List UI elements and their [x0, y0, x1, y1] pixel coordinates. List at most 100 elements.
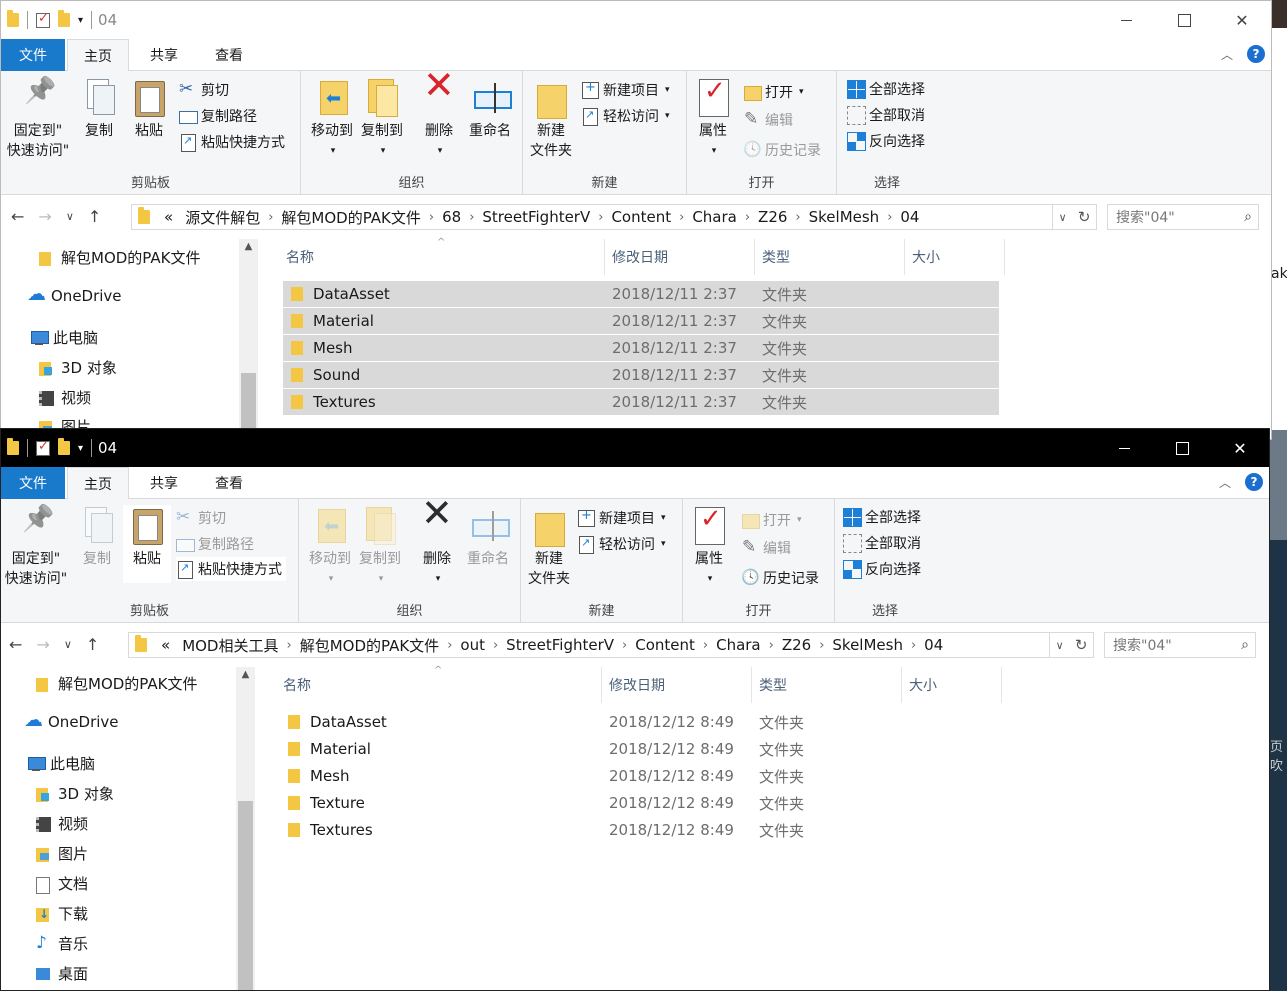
help-icon[interactable]: ? [1247, 45, 1265, 63]
search-input[interactable]: 搜索"04" ⌕ [1107, 204, 1259, 230]
chevron-right-icon[interactable]: › [677, 210, 686, 225]
breadcrumb-item[interactable]: 04 [918, 636, 949, 654]
breadcrumb-item[interactable]: Chara [686, 208, 743, 226]
new-folder-icon[interactable] [58, 438, 70, 455]
maximize-button[interactable] [1153, 429, 1211, 467]
navigation-pane[interactable]: 解包MOD的PAK文件 OneDrive 此电脑 3D 对象 视频 图片 ▲ [1, 239, 259, 439]
chevron-right-icon[interactable]: › [909, 638, 918, 653]
delete-button[interactable]: 删除 ▾ [417, 75, 461, 161]
properties-icon[interactable] [36, 11, 50, 28]
edit-button[interactable]: 编辑 [743, 108, 793, 132]
nav-item-downloads[interactable]: 下载 [36, 903, 88, 924]
table-row[interactable]: DataAsset 2018/12/12 8:49 文件夹 [280, 709, 996, 735]
nav-item-desktop[interactable]: 桌面 [36, 963, 88, 984]
table-row[interactable]: DataAsset 2018/12/11 2:37 文件夹 [283, 281, 999, 307]
tab-file[interactable]: 文件 [1, 39, 65, 71]
breadcrumb-item[interactable]: 04 [894, 208, 925, 226]
tab-share[interactable]: 共享 [135, 467, 193, 499]
breadcrumb-item[interactable]: 解包MOD的PAK文件 [275, 207, 426, 228]
history-button[interactable]: 历史记录 [743, 138, 821, 162]
chevron-right-icon[interactable]: › [743, 210, 752, 225]
navigation-pane[interactable]: 解包MOD的PAK文件 OneDrive 此电脑 3D 对象 视频 图片 文档 … [1, 667, 259, 990]
breadcrumb-item[interactable]: 源文件解包 [179, 207, 266, 228]
tab-home[interactable]: 主页 [67, 39, 129, 72]
table-row[interactable]: Textures 2018/12/11 2:37 文件夹 [283, 389, 999, 415]
nav-scrollbar[interactable]: ▲ [236, 667, 255, 990]
nav-item-3d-objects[interactable]: 3D 对象 [39, 357, 117, 378]
column-header-size[interactable]: 大小 [912, 246, 940, 268]
chevron-right-icon[interactable]: › [467, 210, 476, 225]
column-divider[interactable] [754, 239, 755, 275]
chevron-down-icon[interactable]: ▾ [78, 15, 83, 26]
column-divider[interactable] [751, 667, 752, 703]
recent-locations-chevron-icon[interactable]: ∨ [64, 638, 72, 651]
nav-item-music[interactable]: 音乐 [36, 933, 88, 954]
nav-item-3d-objects[interactable]: 3D 对象 [36, 783, 114, 804]
forward-arrow-icon[interactable]: → [36, 635, 49, 654]
chevron-right-icon[interactable]: › [793, 210, 802, 225]
explorer-window-front[interactable]: ▾ 04 ✕ 文件 主页 共享 查看 ︿ ? 固定到" 快速访问" 复制 [0, 428, 1270, 991]
table-row[interactable]: Mesh 2018/12/11 2:37 文件夹 [283, 335, 999, 361]
breadcrumb-item[interactable]: StreetFighterV [476, 208, 596, 226]
breadcrumb-item[interactable]: 68 [436, 208, 467, 226]
move-to-button[interactable]: 移动到 ▾ [305, 505, 355, 589]
chevron-right-icon[interactable]: › [266, 210, 275, 225]
nav-item-this-pc[interactable]: 此电脑 [28, 753, 95, 774]
breadcrumb-item[interactable]: Content [605, 208, 677, 226]
breadcrumb-item[interactable]: Z26 [776, 636, 817, 654]
table-row[interactable]: Sound 2018/12/11 2:37 文件夹 [283, 362, 999, 388]
table-row[interactable]: Texture 2018/12/12 8:49 文件夹 [280, 790, 996, 816]
tab-view[interactable]: 查看 [199, 467, 259, 499]
column-divider[interactable] [601, 667, 602, 703]
breadcrumb-item[interactable]: StreetFighterV [500, 636, 620, 654]
forward-arrow-icon[interactable]: → [38, 207, 51, 226]
chevron-right-icon[interactable]: › [427, 210, 436, 225]
edit-button[interactable]: 编辑 [741, 536, 791, 560]
easy-access-button[interactable]: 轻松访问 ▾ [581, 104, 670, 128]
search-input[interactable]: 搜索"04" ⌕ [1104, 632, 1256, 658]
explorer-window-back[interactable]: ▾ 04 ✕ 文件 主页 共享 查看 ︿ ? 固定到" 快速访问" 复制 [0, 0, 1272, 440]
column-divider[interactable] [1001, 667, 1002, 703]
nav-scrollbar[interactable]: ▲ [239, 239, 258, 439]
table-row[interactable]: Material 2018/12/11 2:37 文件夹 [283, 308, 999, 334]
copy-button[interactable]: 复制 [77, 77, 121, 141]
easy-access-button[interactable]: 轻松访问 ▾ [577, 532, 666, 556]
collapse-ribbon-icon[interactable]: ︿ [1221, 46, 1233, 63]
column-divider[interactable] [604, 239, 605, 275]
select-all-button[interactable]: 全部选择 [843, 505, 921, 529]
properties-icon[interactable] [36, 439, 50, 456]
properties-button[interactable]: 属性 ▾ [693, 77, 733, 161]
chevron-right-icon[interactable]: › [285, 638, 294, 653]
file-list[interactable]: ^ 名称 修改日期 类型 大小 DataAsset 2018/12/11 2:37… [259, 237, 1271, 439]
new-item-button[interactable]: 新建项目 ▾ [577, 506, 666, 530]
pin-quick-access-button[interactable]: 固定到" 快速访问" [3, 505, 69, 589]
column-header-name[interactable]: 名称 [286, 246, 314, 268]
nav-item-folder[interactable]: 解包MOD的PAK文件 [36, 673, 197, 694]
breadcrumb-item[interactable]: 解包MOD的PAK文件 [294, 635, 445, 656]
close-button[interactable]: ✕ [1213, 1, 1271, 39]
address-history-chevron-icon[interactable]: ∨ [1056, 639, 1064, 652]
table-row[interactable]: Mesh 2018/12/12 8:49 文件夹 [280, 763, 996, 789]
refresh-icon[interactable]: ↻ [1078, 208, 1091, 226]
open-button[interactable]: 打开 ▾ [741, 508, 802, 532]
minimize-button[interactable] [1097, 1, 1155, 39]
copy-path-button[interactable]: 复制路径 [176, 532, 254, 556]
scroll-up-arrow-icon[interactable]: ▲ [236, 669, 255, 687]
copy-path-button[interactable]: 复制路径 [179, 104, 257, 128]
column-header-date[interactable]: 修改日期 [612, 246, 668, 268]
title-bar[interactable]: ▾ 04 ✕ [1, 1, 1271, 39]
history-button[interactable]: 历史记录 [741, 566, 819, 590]
column-divider[interactable] [901, 667, 902, 703]
chevron-right-icon[interactable]: › [767, 638, 776, 653]
nav-item-this-pc[interactable]: 此电脑 [31, 327, 98, 348]
recent-locations-chevron-icon[interactable]: ∨ [66, 210, 74, 223]
breadcrumb-item[interactable]: SkelMesh [803, 208, 886, 226]
close-button[interactable]: ✕ [1211, 429, 1269, 467]
new-folder-button[interactable]: 新建 文件夹 [527, 77, 575, 161]
chevron-right-icon[interactable]: › [885, 210, 894, 225]
breadcrumb-item[interactable]: Z26 [752, 208, 793, 226]
breadcrumb-item[interactable]: Content [629, 636, 701, 654]
rename-button[interactable]: 重命名 [463, 505, 513, 569]
minimize-button[interactable] [1095, 429, 1153, 467]
select-none-button[interactable]: 全部取消 [843, 531, 921, 555]
